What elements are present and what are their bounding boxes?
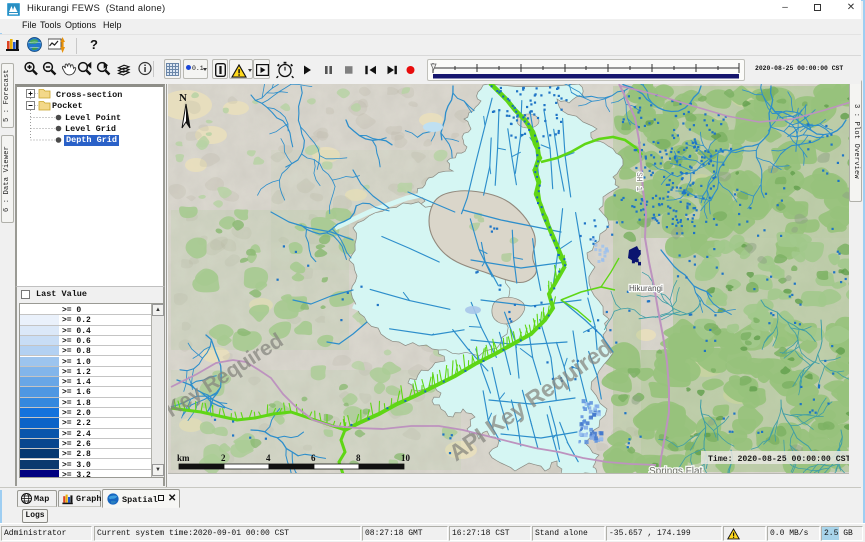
svg-text:km: km	[177, 453, 190, 463]
svg-text:SH 1: SH 1	[634, 172, 643, 191]
svg-text:Hikurangi: Hikurangi	[629, 284, 663, 293]
svg-text:N: N	[179, 92, 187, 104]
svg-text:6: 6	[311, 453, 316, 463]
svg-text:4: 4	[266, 453, 271, 463]
svg-text:8: 8	[356, 453, 361, 463]
svg-text:Time: 2020-08-25 00:00:00 CST: Time: 2020-08-25 00:00:00 CST	[708, 454, 849, 464]
svg-text:Springs Flat: Springs Flat	[649, 466, 703, 474]
svg-text:2: 2	[221, 453, 226, 463]
svg-text:10: 10	[401, 453, 411, 463]
